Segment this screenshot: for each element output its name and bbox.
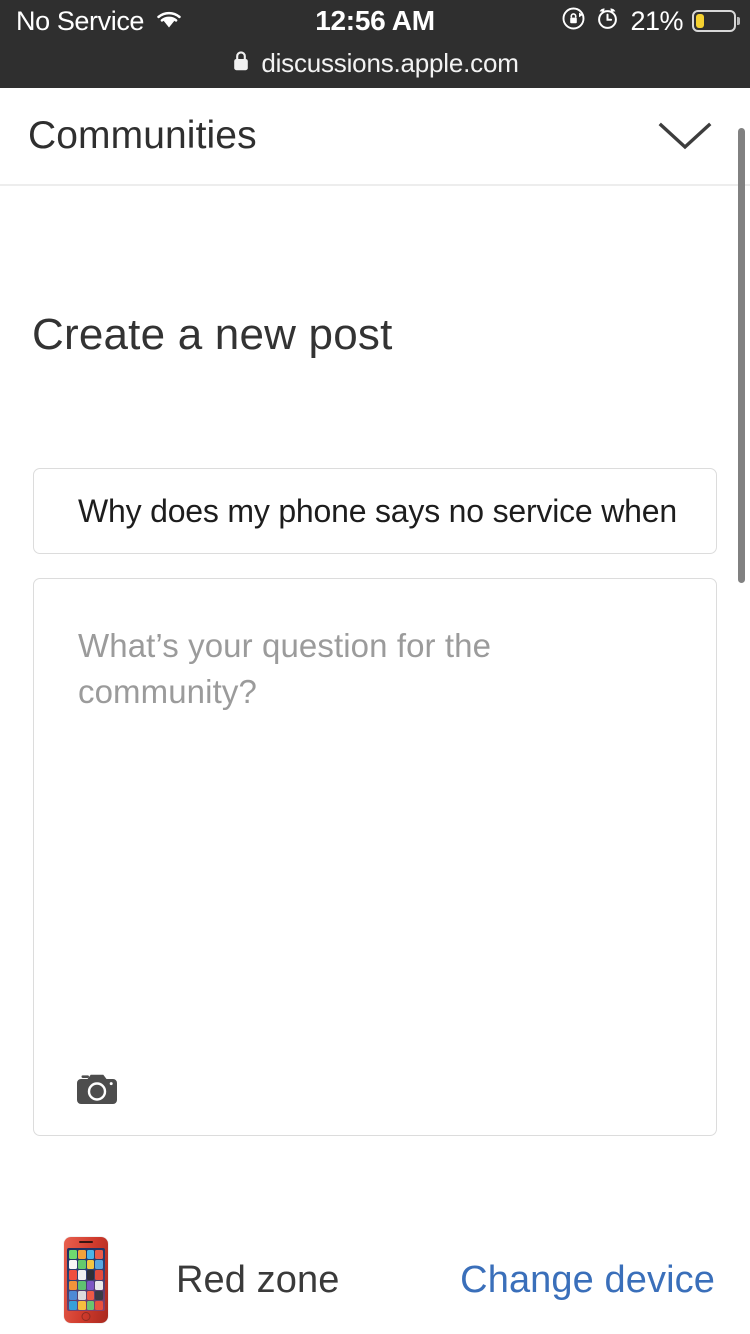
app-icon <box>77 1260 86 1270</box>
device-name-label: Red zone <box>176 1258 340 1301</box>
url-bar[interactable]: discussions.apple.com <box>0 42 750 88</box>
app-icon <box>77 1250 86 1260</box>
app-icon <box>69 1300 77 1310</box>
app-icon <box>69 1260 77 1270</box>
clock-label: 12:56 AM <box>315 5 435 36</box>
app-icon <box>95 1250 103 1260</box>
app-icon <box>95 1280 103 1290</box>
carrier-label: No Service <box>16 5 145 36</box>
phone-earpiece <box>79 1241 93 1243</box>
post-body-textarea[interactable]: What’s your question for the community? <box>33 578 717 1136</box>
post-title-value: Why does my phone says no service when <box>78 492 677 529</box>
app-icon <box>77 1300 86 1310</box>
app-icon <box>69 1250 77 1260</box>
communities-header: Communities <box>0 88 750 186</box>
wifi-icon <box>154 8 184 35</box>
chevron-down-icon[interactable] <box>654 105 716 167</box>
app-icon <box>69 1270 77 1280</box>
app-icon <box>86 1300 95 1310</box>
alarm-clock-icon <box>595 6 620 36</box>
app-icon <box>86 1250 95 1260</box>
change-device-link[interactable]: Change device <box>460 1259 715 1302</box>
iphone-thumbnail <box>64 1237 108 1323</box>
app-icon <box>86 1260 95 1270</box>
create-post-heading: Create a new post <box>32 310 393 359</box>
app-icon <box>86 1280 95 1290</box>
camera-icon[interactable] <box>66 1063 128 1115</box>
app-icon <box>95 1260 103 1270</box>
app-icon <box>69 1280 77 1290</box>
status-bar-left: No Service <box>16 5 184 36</box>
app-icon <box>77 1290 86 1300</box>
app-icon <box>95 1270 103 1280</box>
selected-device-row: Red zone Change device <box>33 1232 717 1328</box>
page-title: Communities <box>28 114 257 157</box>
app-icon <box>95 1300 103 1310</box>
lock-icon <box>231 49 251 78</box>
ios-status-bar: No Service 12:56 AM 21% discussions.appl… <box>0 0 750 88</box>
phone-home-button <box>81 1312 91 1321</box>
app-icon <box>95 1290 103 1300</box>
url-label: discussions.apple.com <box>261 47 519 78</box>
create-post-form: Create a new post Why does my phone says… <box>0 310 750 1328</box>
status-bar-right: 21% <box>561 6 736 37</box>
battery-percent-label: 21% <box>630 5 683 36</box>
phone-screen <box>67 1248 105 1311</box>
post-title-input[interactable]: Why does my phone says no service when <box>33 468 717 554</box>
page-scrollbar[interactable] <box>738 88 750 1334</box>
status-bar-row: No Service 12:56 AM 21% <box>0 0 750 42</box>
battery-fill <box>696 14 704 28</box>
app-icon <box>86 1270 95 1280</box>
battery-icon <box>692 10 736 32</box>
post-body-placeholder: What’s your question for the community? <box>78 627 492 710</box>
app-icon <box>69 1290 77 1300</box>
rotation-lock-icon <box>561 6 586 36</box>
app-icon <box>86 1290 95 1300</box>
scrollbar-thumb[interactable] <box>738 128 745 583</box>
app-icon <box>77 1270 86 1280</box>
app-icon <box>77 1280 86 1290</box>
